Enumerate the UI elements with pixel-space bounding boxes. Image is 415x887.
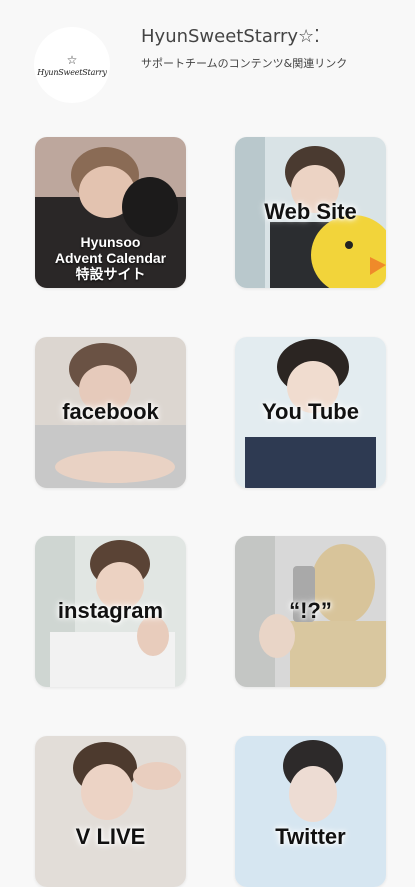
profile-description: サポートチームのコンテンツ&関連リンク <box>141 57 348 70</box>
vlive-photo <box>35 736 186 887</box>
mystery-label: “!?” <box>289 598 332 623</box>
link-tile-youtube[interactable]: You Tube <box>235 337 386 488</box>
link-tile-instagram[interactable]: instagram <box>35 536 186 687</box>
profile-header: ☆ HyunSweetStarry HyunSweetStarry☆⁚ サポート… <box>0 0 415 120</box>
facebook-label: facebook <box>62 399 159 424</box>
advent-line-1: Hyunsoo <box>80 234 141 250</box>
vlive-label: V LIVE <box>75 824 146 849</box>
link-tile-advent-calendar[interactable]: Hyunsoo Advent Calendar 特設サイト <box>35 137 186 288</box>
link-tile-mystery[interactable]: “!?” <box>235 536 386 687</box>
advent-calendar-caption: Hyunsoo Advent Calendar 特設サイト <box>35 234 186 282</box>
youtube-label: You Tube <box>262 399 359 424</box>
link-tile-twitter[interactable]: Twitter <box>235 736 386 887</box>
avatar[interactable]: ☆ HyunSweetStarry <box>34 27 110 103</box>
web-site-label: Web Site <box>264 199 357 224</box>
link-tile-facebook[interactable]: facebook <box>35 337 186 488</box>
profile-name: HyunSweetStarry☆⁚ <box>141 26 320 47</box>
twitter-photo <box>235 736 386 887</box>
advent-line-2: Advent Calendar <box>54 250 167 266</box>
advent-line-3: 特設サイト <box>75 266 146 282</box>
avatar-logo-text: HyunSweetStarry <box>37 67 107 77</box>
link-tile-vlive[interactable]: V LIVE <box>35 736 186 887</box>
instagram-label: instagram <box>57 598 164 623</box>
star-icon: ☆ <box>66 52 78 67</box>
twitter-label: Twitter <box>275 824 346 849</box>
link-tile-web-site[interactable]: Web Site <box>235 137 386 288</box>
